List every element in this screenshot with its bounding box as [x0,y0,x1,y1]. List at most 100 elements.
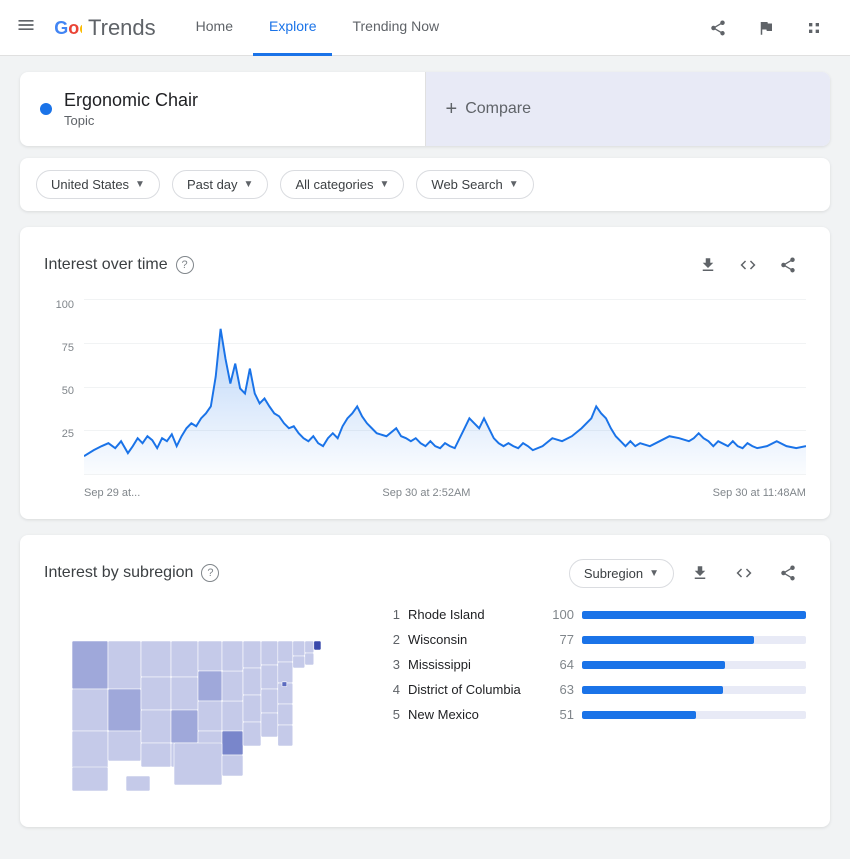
region-name: District of Columbia [408,682,538,697]
chart-svg [84,299,806,474]
subregion-dropdown[interactable]: Subregion ▼ [569,559,674,588]
share-chart-icon[interactable] [770,247,806,283]
region-bar-fill [582,636,754,644]
subregion-item[interactable]: 5 New Mexico 51 [384,707,806,722]
region-value: 77 [546,632,574,647]
y-label-50: 50 [44,385,74,397]
search-section: Ergonomic Chair Topic + Compare [20,72,830,146]
y-label-100: 100 [44,299,74,311]
subregion-help-icon[interactable]: ? [201,564,219,582]
plus-icon: + [446,98,458,121]
region-name: Wisconsin [408,632,538,647]
subregion-content: 1 Rhode Island 100 2 Wisconsin 77 3 Miss… [44,607,806,807]
interest-by-subregion-title-group: Interest by subregion ? [44,564,219,582]
search-type-dropdown-arrow: ▼ [509,179,519,190]
flag-icon[interactable] [746,8,786,48]
region-bar-fill [582,711,696,719]
interest-by-subregion-title: Interest by subregion [44,564,193,582]
apps-icon[interactable] [794,8,834,48]
region-rank: 5 [384,707,400,722]
region-bar-track [582,611,806,619]
download-icon[interactable] [690,247,726,283]
subregion-item[interactable]: 3 Mississippi 64 [384,657,806,672]
interest-by-subregion-header: Interest by subregion ? Subregion ▼ [44,555,806,591]
subregion-dropdown-arrow: ▼ [649,568,659,579]
region-bar-track [582,686,806,694]
region-bar-fill [582,661,725,669]
nav-home[interactable]: Home [180,0,249,56]
header: Google Trends Home Explore Trending Now [0,0,850,56]
region-rank: 4 [384,682,400,697]
logo-text: Trends [88,15,156,41]
subregion-actions: Subregion ▼ [569,555,806,591]
subregion-list: 1 Rhode Island 100 2 Wisconsin 77 3 Miss… [384,607,806,807]
subregion-download-icon[interactable] [682,555,718,591]
chart-x-labels: Sep 29 at... Sep 30 at 2:52AM Sep 30 at … [84,483,806,499]
nav-explore[interactable]: Explore [253,0,332,56]
region-value: 51 [546,707,574,722]
region-name: Mississippi [408,657,538,672]
subregion-item[interactable]: 1 Rhode Island 100 [384,607,806,622]
header-actions [698,8,834,48]
region-bar-fill [582,686,723,694]
search-type-label: Web Search [431,177,502,192]
region-bar-track [582,711,806,719]
filter-bar: United States ▼ Past day ▼ All categorie… [20,158,830,211]
region-value: 100 [546,607,574,622]
region-name: New Mexico [408,707,538,722]
region-name: Rhode Island [408,607,538,622]
region-value: 63 [546,682,574,697]
x-label-1: Sep 29 at... [84,487,140,499]
y-label-25: 25 [44,428,74,440]
x-label-3: Sep 30 at 11:48AM [713,487,806,499]
time-dropdown-arrow: ▼ [244,179,254,190]
region-rank: 2 [384,632,400,647]
interest-over-time-title-group: Interest over time ? [44,256,194,274]
compare-button[interactable]: + Compare [426,72,831,146]
region-rank: 3 [384,657,400,672]
embed-code-icon[interactable] [730,247,766,283]
region-bar-fill [582,611,806,619]
region-value: 64 [546,657,574,672]
compare-label: Compare [465,100,531,118]
interest-chart: 100 75 50 25 [44,299,806,499]
menu-icon[interactable] [16,15,36,41]
term-type: Topic [64,113,198,128]
category-label: All categories [295,177,373,192]
search-term-box: Ergonomic Chair Topic [20,72,426,146]
location-dropdown-arrow: ▼ [135,179,145,190]
y-label-75: 75 [44,342,74,354]
nav-trending-now[interactable]: Trending Now [336,0,455,56]
category-dropdown-arrow: ▼ [380,179,390,190]
interest-over-time-card: Interest over time ? [20,227,830,519]
location-label: United States [51,177,129,192]
category-filter[interactable]: All categories ▼ [280,170,404,199]
time-filter[interactable]: Past day ▼ [172,170,269,199]
subregion-embed-icon[interactable] [726,555,762,591]
main-content: Ergonomic Chair Topic + Compare United S… [0,56,850,859]
google-trends-logo: Google Trends [52,13,156,43]
interest-over-time-header: Interest over time ? [44,247,806,283]
main-nav: Home Explore Trending Now [180,0,698,56]
interest-over-time-title: Interest over time [44,256,168,274]
share-icon[interactable] [698,8,738,48]
subregion-share-icon[interactable] [770,555,806,591]
interest-over-time-help-icon[interactable]: ? [176,256,194,274]
us-map-container [44,607,364,807]
subregion-dropdown-label: Subregion [584,566,643,581]
chart-area [84,299,806,475]
time-label: Past day [187,177,238,192]
interest-over-time-actions [690,247,806,283]
us-map [54,607,354,807]
subregion-item[interactable]: 4 District of Columbia 63 [384,682,806,697]
svg-text:Google: Google [54,18,82,38]
subregion-item[interactable]: 2 Wisconsin 77 [384,632,806,647]
region-bar-track [582,636,806,644]
region-bar-track [582,661,806,669]
blue-dot-indicator [40,103,52,115]
region-rank: 1 [384,607,400,622]
term-info: Ergonomic Chair Topic [64,90,198,128]
search-type-filter[interactable]: Web Search ▼ [416,170,533,199]
location-filter[interactable]: United States ▼ [36,170,160,199]
chart-y-labels: 100 75 50 25 [44,299,74,475]
